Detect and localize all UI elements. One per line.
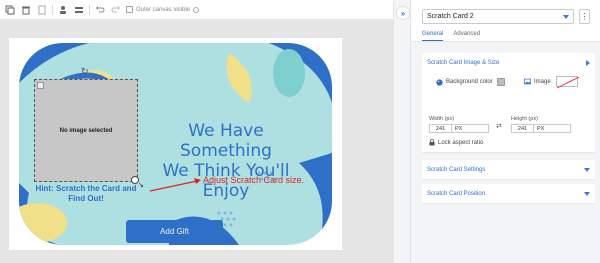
width-label: Width (px) [429,116,455,122]
swap-dimensions-icon[interactable]: ⇄ [496,122,502,130]
chevron-down-icon [563,14,569,19]
background-color-row: Background color [436,78,505,86]
more-options-button[interactable]: ⋮ [579,9,590,24]
empty-image-icon [556,77,579,88]
section-settings-header[interactable]: Scratch Card Settings [422,160,595,180]
background-color-label: Background color [446,79,493,85]
width-unit-select[interactable]: PX [452,125,488,133]
section-position-header[interactable]: Scratch Card Position [422,184,595,204]
section-position: Scratch Card Position [422,184,595,204]
image-preview[interactable] [555,76,579,88]
chevron-right-icon [586,60,590,66]
lock-icon [429,139,435,146]
width-field[interactable]: 241 PX [429,124,489,133]
image-icon [524,78,531,85]
image-label: Image [534,78,551,85]
height-value[interactable]: 241 [512,125,534,132]
lock-aspect-row[interactable]: Lock aspect ratio [429,139,483,146]
height-unit-select[interactable]: PX [534,125,570,133]
section-image-size-header[interactable]: Scratch Card Image & Size [422,53,595,73]
properties-panel: Scratch Card 2 ⋮ General Advanced Scratc… [411,0,600,263]
panel-collapse-strip: » [393,0,411,263]
panel-tabs: General Advanced [422,31,490,41]
section-title: Scratch Card Position [427,191,486,197]
add-gift-button[interactable]: Add Gift [126,220,223,243]
tab-advanced[interactable]: Advanced [453,31,480,41]
image-row: Image [524,76,579,88]
element-select-value: Scratch Card 2 [427,13,474,20]
tab-general[interactable]: General [422,31,444,41]
section-settings: Scratch Card Settings [422,160,595,180]
collapse-panel-button[interactable]: » [396,6,410,20]
chevron-down-icon [584,168,590,172]
element-select[interactable]: Scratch Card 2 [422,9,574,24]
height-label: Height (px) [511,116,538,122]
palette-icon [436,78,443,86]
background-color-swatch[interactable] [496,78,505,86]
section-title: Scratch Card Settings [427,167,486,173]
lock-aspect-label: Lock aspect ratio [438,139,484,146]
section-title: Scratch Card Image & Size [427,60,500,66]
chevron-down-icon [584,192,590,196]
height-field[interactable]: 241 PX [511,124,571,133]
width-value[interactable]: 241 [430,125,452,132]
section-image-size: Scratch Card Image & Size [422,53,595,153]
annotation-text: Adjust Scratch Card size. [203,175,305,185]
